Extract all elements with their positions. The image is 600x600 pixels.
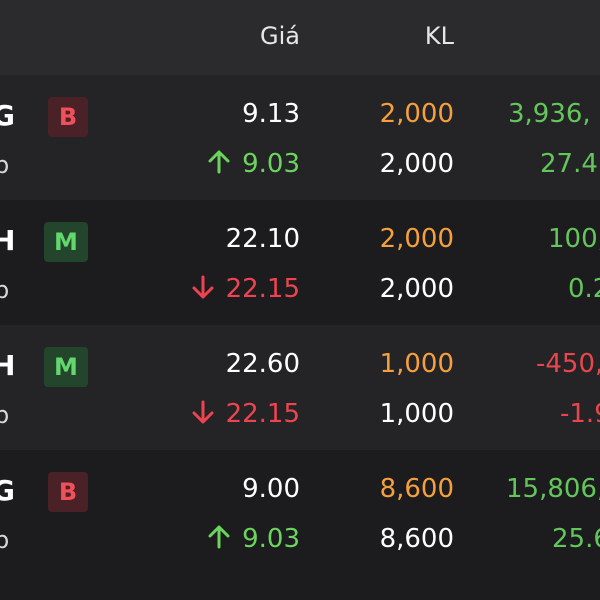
ticker-symbol: G [0,474,15,507]
profit-loss-value: 15,806, [506,474,600,504]
ticker-exchange: b [0,151,10,179]
ticker-symbol: G [0,99,15,132]
profit-loss-value: 100, [548,224,600,254]
ticker-symbol: H [0,224,16,257]
ticker-exchange: b [0,526,10,554]
profit-loss-value: 3,936, [508,99,591,129]
ticker-symbol: H [0,349,16,382]
order-price: 9.00 [242,474,300,504]
matched-volume: 8,600 [379,524,454,554]
order-volume: 2,000 [379,224,454,254]
market-price: 9.03 [206,524,300,554]
order-price: 22.60 [225,349,300,379]
arrow-down-icon [192,400,214,424]
order-volume: 2,000 [379,99,454,129]
profit-loss-percent: 25.6 [552,524,600,554]
profit-loss-percent: 0.2 [568,274,600,304]
table-header: Giá KL [0,0,600,75]
ticker-exchange: b [0,276,10,304]
arrow-down-icon [192,275,214,299]
market-price: 22.15 [190,274,300,304]
table-row[interactable]: H b M 22.60 22.15 1,000 1,000 -450, -1.9 [0,325,600,450]
arrow-up-icon [208,150,230,174]
matched-volume: 2,000 [379,149,454,179]
table-row[interactable]: G b B 9.13 9.03 2,000 2,000 3,936, 27.4 [0,75,600,200]
order-price: 9.13 [242,99,300,129]
price-column-header[interactable]: Giá [260,22,300,50]
order-side-badge: M [44,347,88,387]
market-price: 9.03 [206,149,300,179]
table-row[interactable]: H b M 22.10 22.15 2,000 2,000 100, 0.2 [0,200,600,325]
arrow-up-icon [208,525,230,549]
order-volume: 1,000 [379,349,454,379]
market-price: 22.15 [190,399,300,429]
ticker-exchange: b [0,401,10,429]
order-price: 22.10 [225,224,300,254]
order-side-badge: B [48,472,88,512]
matched-volume: 2,000 [379,274,454,304]
order-side-badge: B [48,97,88,137]
table-row[interactable]: G b B 9.00 9.03 8,600 8,600 15,806, 25.6 [0,450,600,575]
profit-loss-percent: -1.9 [560,399,600,429]
order-volume: 8,600 [379,474,454,504]
volume-column-header[interactable]: KL [425,22,454,50]
matched-volume: 1,000 [379,399,454,429]
profit-loss-value: -450, [536,349,600,379]
profit-loss-percent: 27.4 [540,149,598,179]
order-side-badge: M [44,222,88,262]
